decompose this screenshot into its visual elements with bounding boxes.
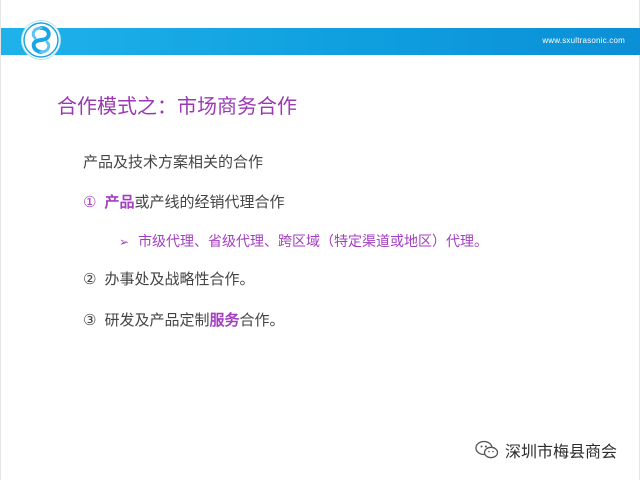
sub-list-item: ➢ 市级代理、省级代理、跨区域（特定渠道或地区）代理。 — [119, 231, 488, 251]
list-marker-1: ① — [83, 193, 97, 211]
arrow-bullet-icon: ➢ — [119, 235, 130, 249]
list-item-1: ① 产品或产线的经销代理合作 — [83, 191, 284, 212]
list-item-3-text-before: 研发及产品定制 — [104, 311, 210, 329]
wechat-icon — [475, 440, 499, 459]
list-item-3: ③ 研发及产品定制服务合作。 — [83, 309, 285, 330]
list-item-2: ② 办事处及战略性合作。 — [83, 268, 254, 289]
highlight-product: 产品 — [104, 193, 135, 211]
slide: www.sxultrasonic.com 合作模式之：市场商务合作 产品及技术方… — [0, 0, 640, 480]
website-url: www.sxultrasonic.com — [542, 36, 625, 45]
list-item-1-text: 或产线的经销代理合作 — [134, 193, 285, 211]
slide-title: 合作模式之：市场商务合作 — [57, 94, 297, 118]
list-marker-2: ② — [83, 270, 97, 288]
list-item-2-text: 办事处及战略性合作。 — [104, 270, 255, 288]
highlight-service: 服务 — [209, 311, 240, 329]
company-logo-icon — [22, 21, 60, 59]
list-item-3-text-after: 合作。 — [239, 311, 285, 329]
watermark-text: 深圳市梅县商会 — [504, 442, 617, 461]
list-marker-3: ③ — [83, 311, 97, 329]
wechat-watermark: 深圳市梅县商会 — [475, 438, 617, 462]
sub-list-item-text: 市级代理、省级代理、跨区域（特定渠道或地区）代理。 — [138, 234, 489, 250]
section-heading: 产品及技术方案相关的合作 — [83, 153, 264, 171]
